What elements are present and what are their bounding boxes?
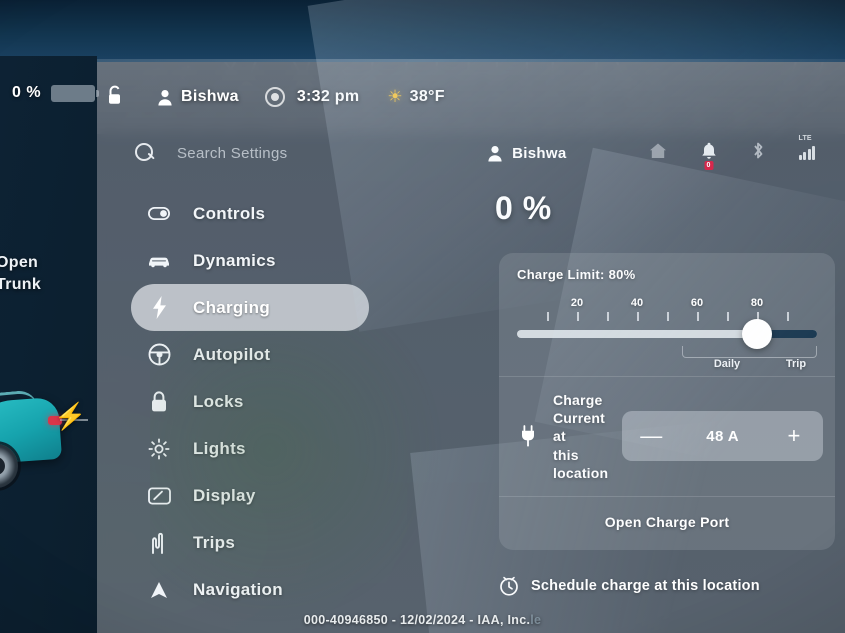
slider-ticks: 20 40 60 80 — [517, 297, 817, 322]
target-icon[interactable] — [264, 87, 285, 107]
unlock-icon[interactable] — [103, 84, 129, 110]
sun-icon: ☀ — [387, 87, 403, 106]
sidebar-label: Display — [193, 485, 256, 505]
slider-mode-bracket — [682, 346, 817, 358]
settings-panel: Search Settings Bishwa 0 LTE Controls Dy… — [97, 62, 845, 633]
lightning-bolt-icon: ⚡ — [54, 401, 87, 431]
sidebar-label: Controls — [193, 203, 266, 223]
toggle-switch-icon — [147, 202, 171, 226]
open-charge-port-button[interactable]: Open Charge Port — [499, 495, 835, 550]
sidebar-item-navigation[interactable]: Navigation — [131, 566, 369, 613]
slider-mode-trip: Trip — [785, 358, 807, 370]
clock-icon — [499, 576, 519, 596]
settings-sidebar: Controls Dynamics Charging Autopilot Loc… — [97, 190, 387, 613]
status-temperature: 38°F — [409, 88, 445, 105]
charge-level-display: 0 % — [495, 190, 552, 226]
sidebar-label: Dynamics — [193, 250, 276, 270]
lightning-bolt-icon — [147, 296, 171, 320]
search-placeholder: Search Settings — [177, 144, 288, 162]
charging-content: 0 % Charge Limit: 80% 20 40 60 80 Daily … — [403, 190, 845, 596]
sidebar-label: Locks — [193, 391, 244, 411]
image-watermark: 000-40946850 - 12/02/2024 - IAA, Inc.le — [0, 613, 845, 627]
sidebar-item-lights[interactable]: Lights — [131, 425, 369, 472]
lte-signal-icon: LTE — [798, 135, 815, 160]
status-time: 3:32 pm — [296, 88, 360, 105]
charging-card: Charge Limit: 80% 20 40 60 80 Daily Trip… — [499, 253, 835, 550]
winding-road-icon — [147, 531, 171, 555]
slider-mode-labels: Daily Trip — [517, 358, 817, 374]
charge-limit-section: Charge Limit: 80% 20 40 60 80 Daily Trip — [499, 253, 835, 376]
steering-wheel-icon — [147, 343, 171, 367]
sidebar-label: Charging — [193, 297, 271, 317]
sidebar-item-trips[interactable]: Trips — [131, 519, 369, 566]
header-profile-name: Bishwa — [512, 144, 567, 162]
slider-tick-label: 40 — [630, 297, 644, 309]
lte-label: LTE — [798, 135, 812, 142]
slider-track — [517, 330, 817, 338]
header-profile[interactable]: Bishwa — [487, 145, 566, 162]
sidebar-item-locks[interactable]: Locks — [131, 378, 369, 425]
open-charge-port-label: Open Charge Port — [604, 513, 730, 530]
schedule-charge-label: Schedule charge at this location — [531, 577, 760, 594]
search-icon — [135, 143, 155, 163]
watermark-text: 000-40946850 - 12/02/2024 - IAA, Inc. — [303, 613, 531, 627]
slider-tick-label: 80 — [750, 297, 764, 309]
header-icon-group: Bishwa 0 LTE — [487, 135, 845, 170]
sidebar-item-charging[interactable]: Charging — [131, 284, 369, 331]
charge-current-section: Charge Current at this location — 48 A + — [499, 376, 835, 496]
search-input[interactable]: Search Settings — [97, 143, 487, 163]
notification-badge: 0 — [704, 160, 713, 170]
sidebar-label: Lights — [193, 438, 246, 458]
car-icon — [147, 249, 171, 273]
home-icon[interactable] — [649, 142, 667, 164]
sidebar-item-display[interactable]: Display — [131, 472, 369, 519]
schedule-charge-row[interactable]: Schedule charge at this location — [499, 576, 845, 596]
vehicle-illustration: ⚡ — [0, 389, 88, 520]
person-icon — [488, 145, 502, 161]
charge-limit-slider[interactable]: 20 40 60 80 Daily Trip — [517, 294, 817, 370]
watermark-ghost: le — [530, 613, 542, 627]
settings-header: Search Settings Bishwa 0 LTE — [97, 124, 845, 182]
charge-current-label-line2: this location — [553, 446, 609, 481]
battery-percent-label: 0 % — [12, 84, 42, 101]
slider-tick-label: 20 — [570, 297, 584, 309]
padlock-icon — [147, 390, 171, 414]
open-trunk-label[interactable]: Open Trunk — [0, 252, 41, 295]
screen-bezel-top — [0, 0, 845, 62]
person-icon — [158, 89, 172, 105]
sidebar-item-autopilot[interactable]: Autopilot — [131, 331, 369, 378]
charge-current-label-line1: Charge Current at — [553, 392, 605, 445]
charge-current-stepper[interactable]: — 48 A + — [622, 411, 823, 462]
slider-mode-daily: Daily — [713, 358, 741, 370]
brightness-sun-icon — [147, 437, 171, 461]
charge-limit-label: Charge Limit: 80% — [517, 267, 636, 282]
status-profile[interactable]: Bishwa — [157, 88, 239, 106]
sidebar-label: Trips — [193, 532, 236, 552]
tesla-touchscreen: 0 % Open Trunk ⚡ Search Settings Bishwa … — [0, 0, 845, 633]
sidebar-item-dynamics[interactable]: Dynamics — [131, 237, 369, 284]
sidebar-label: Navigation — [193, 579, 283, 599]
display-screen-icon — [147, 484, 171, 508]
vehicle-battery-indicator: 0 % — [12, 84, 100, 102]
increase-current-button[interactable]: + — [781, 425, 807, 447]
sidebar-label: Autopilot — [193, 344, 271, 364]
slider-thumb[interactable] — [742, 319, 772, 349]
bluetooth-icon[interactable] — [751, 141, 765, 165]
vehicle-status-bar: Bishwa 3:32 pm ☀ 38°F — [97, 78, 845, 116]
charge-current-label: Charge Current at this location — [553, 391, 608, 482]
slider-tick-label: 60 — [690, 297, 704, 309]
plug-icon — [517, 424, 539, 448]
navigation-arrow-icon — [147, 578, 171, 602]
sidebar-item-controls[interactable]: Controls — [131, 190, 369, 237]
charge-current-value: 48 A — [706, 427, 739, 445]
bell-icon[interactable]: 0 — [701, 142, 717, 170]
battery-empty-icon — [51, 84, 100, 102]
status-profile-name: Bishwa — [181, 88, 239, 105]
screen-bezel-left — [0, 56, 97, 633]
decrease-current-button[interactable]: — — [638, 425, 664, 447]
